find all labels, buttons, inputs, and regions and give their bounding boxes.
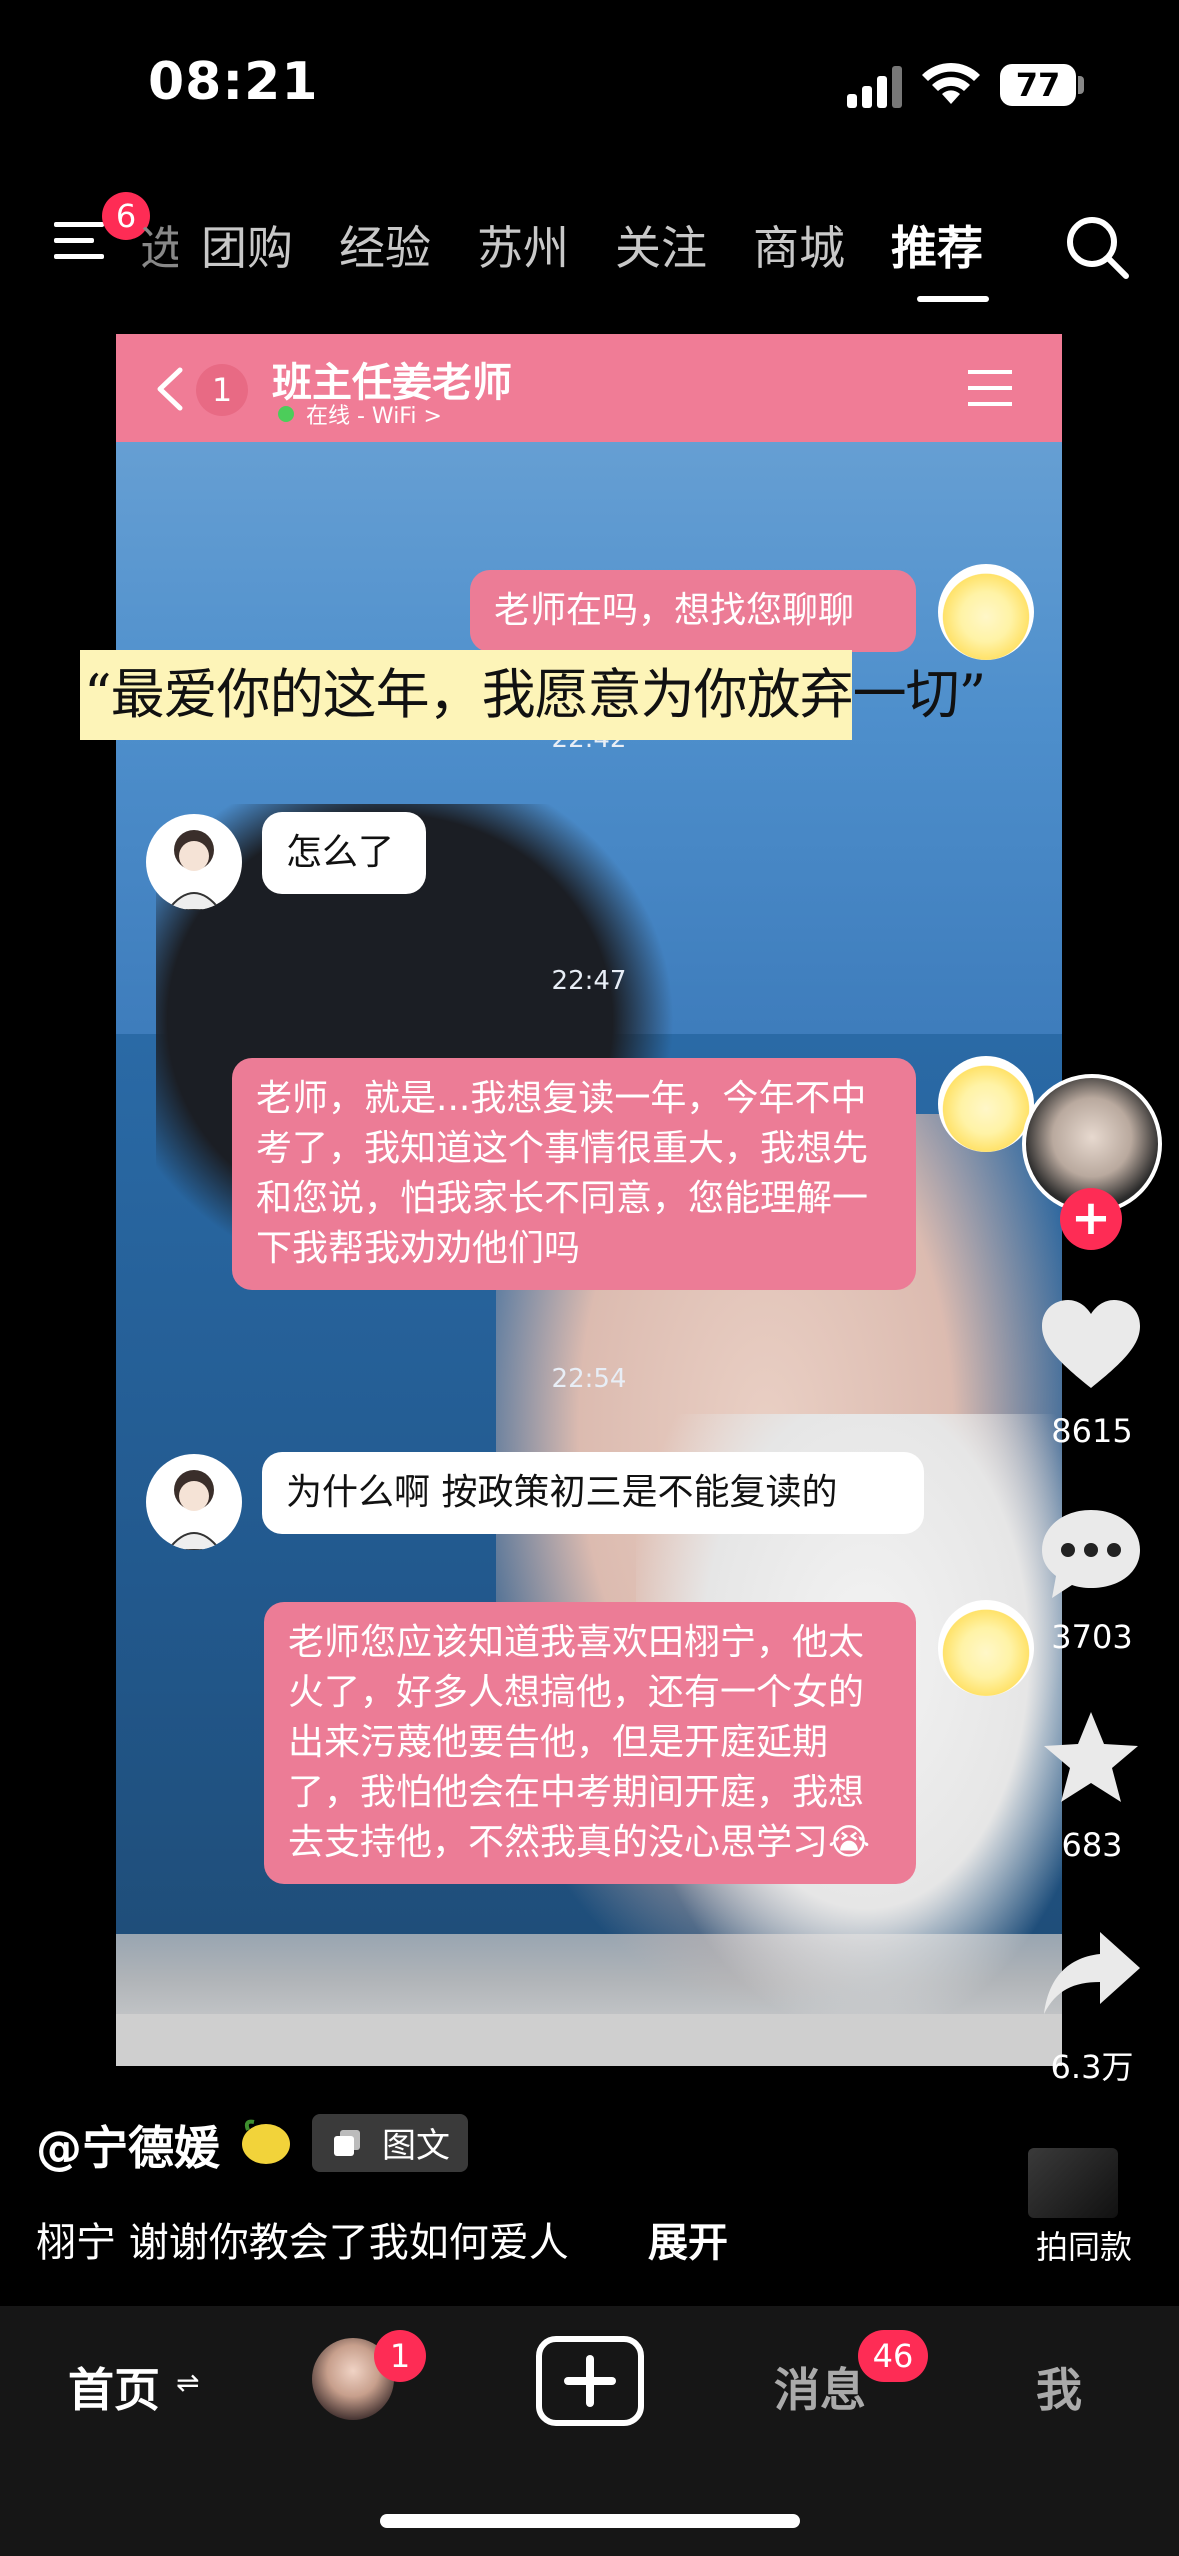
battery-tip (1078, 76, 1084, 94)
share-count: 6.3万 (1050, 2048, 1134, 2086)
online-dot (278, 406, 294, 422)
online-status: 在线 - WiFi > (306, 404, 442, 429)
like-count: 8615 (1051, 1412, 1133, 1450)
tab-mall[interactable]: 商城 (730, 212, 868, 282)
status-time: 08:21 (148, 52, 319, 112)
tab-group-buy[interactable]: 团购 (178, 212, 316, 282)
unread-count: 1 (196, 364, 248, 416)
similar-thumbnail[interactable] (1028, 2148, 1118, 2218)
nav-home[interactable]: 首页 (68, 2354, 160, 2420)
chat-header: 1 班主任姜老师 在线 - WiFi > (116, 334, 1062, 442)
post-image[interactable]: 1 班主任姜老师 在线 - WiFi > 老师在吗，想找您聊聊 22:42 怎么… (116, 334, 1062, 2066)
chat-bubble-me: 老师您应该知道我喜欢田栩宁，他太火了，好多人想搞他，还有一个女的出来污蔑他要告他… (264, 1602, 916, 1884)
post-type-label: 图文 (382, 2126, 450, 2166)
favorite-count: 683 (1061, 1826, 1123, 1864)
home-indicator (380, 2514, 800, 2528)
image-text-icon (334, 2130, 360, 2156)
tab-following[interactable]: 关注 (592, 212, 730, 282)
comment-icon[interactable] (1036, 1504, 1146, 1604)
plus-icon (586, 2355, 594, 2407)
inbox-badge: 46 (858, 2330, 928, 2382)
post-description: 栩宁 谢谢你教会了我如何爱人 (36, 2220, 569, 2266)
top-tabs: 选 团购 经验 苏州 关注 商城 推荐 (140, 212, 1006, 282)
chat-bubble-them: 为什么啊 按政策初三是不能复读的 (262, 1452, 924, 1534)
message-timestamp: 22:47 (551, 966, 627, 996)
nav-me[interactable]: 我 (1036, 2354, 1082, 2420)
overlay-caption: “最爱你的这年，我愿意为你放弃一切” (84, 663, 986, 726)
expand-button[interactable]: 展开 (648, 2210, 728, 2268)
share-arrow-icon[interactable] (1036, 1924, 1146, 2024)
chat-bubble-me: 老师，就是...我想复读一年，今年不中考了，我知道这个事情很重大，我想先和您说，… (232, 1058, 916, 1290)
back-icon (157, 367, 183, 411)
lemon-emoji-icon (242, 2119, 290, 2164)
tab-recommended[interactable]: 推荐 (868, 212, 1006, 282)
home-switch-icon[interactable]: ⇌ (176, 2366, 199, 2399)
post-bottom-strip (116, 2014, 1062, 2066)
like-icon[interactable] (1036, 1296, 1146, 1396)
comment-count: 3703 (1051, 1618, 1133, 1656)
message-timestamp: 22:54 (551, 1364, 627, 1394)
follow-button[interactable]: + (1060, 1188, 1122, 1250)
make-similar-label[interactable]: 拍同款 (1036, 2222, 1132, 2268)
favorite-star-icon[interactable] (1036, 1708, 1146, 1808)
teacher-avatar (146, 814, 242, 910)
battery-indicator: 77 (1000, 64, 1076, 106)
chat-bubble-them: 怎么了 (262, 812, 426, 894)
wifi-icon (922, 62, 980, 104)
my-avatar (938, 1600, 1034, 1696)
my-avatar (938, 564, 1034, 660)
search-icon[interactable] (1062, 212, 1132, 282)
active-tab-indicator (917, 296, 989, 302)
friends-badge: 1 (374, 2330, 426, 2382)
my-avatar (938, 1056, 1034, 1152)
tab-partial[interactable]: 选 (140, 212, 178, 282)
teacher-avatar (146, 1454, 242, 1550)
tab-suzhou[interactable]: 苏州 (454, 212, 592, 282)
chat-menu-icon (968, 368, 1012, 408)
author-name[interactable]: @宁德媛 (36, 2112, 220, 2178)
nav-inbox[interactable]: 消息 (774, 2354, 866, 2420)
tab-experience[interactable]: 经验 (316, 212, 454, 282)
chat-bubble-me: 老师在吗，想找您聊聊 (470, 570, 916, 652)
cellular-signal-icon (847, 66, 902, 108)
